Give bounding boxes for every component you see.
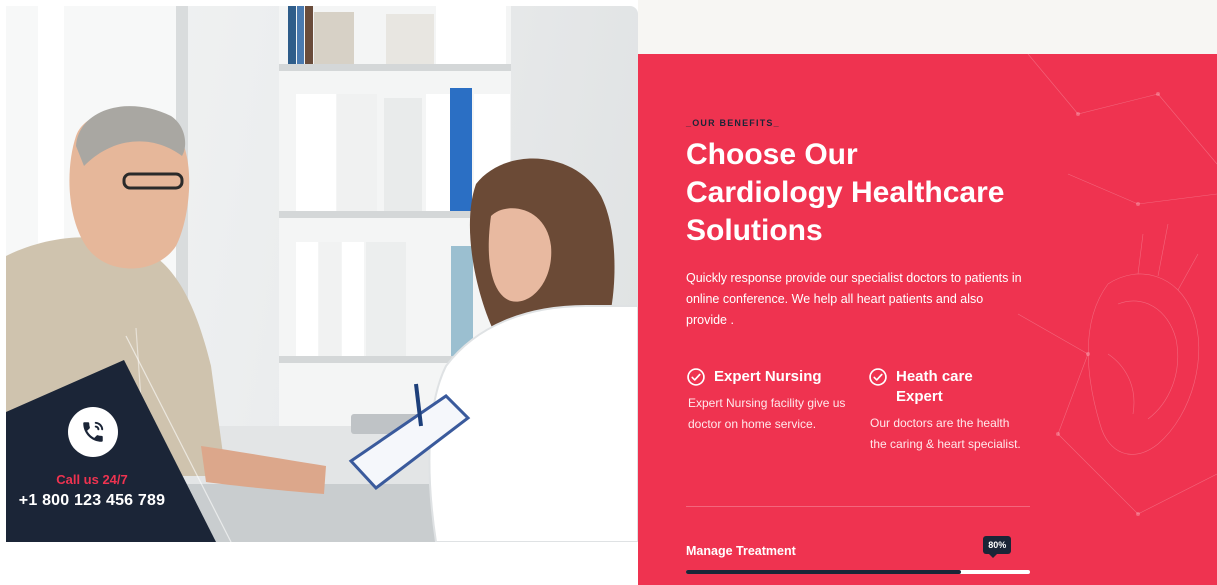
progress-fill: [686, 570, 962, 574]
section-headline: Choose Our Cardiology Healthcare Solutio…: [686, 136, 1066, 250]
check-circle-icon: [869, 368, 887, 386]
feature-health-care-expert: Heath care Expert Our doctors are the he…: [868, 367, 1028, 455]
check-circle-icon: [687, 368, 705, 386]
benefits-panel: _OUR BENEFITS_ Choose Our Cardiology Hea…: [638, 54, 1217, 585]
phone-handset-icon: [83, 421, 104, 442]
headline-line-3: Solutions: [686, 214, 823, 247]
headline-line-2: Cardiology Healthcare: [686, 176, 1005, 209]
phone-number[interactable]: +1 800 123 456 789: [6, 492, 178, 510]
section-description: Quickly response provide our specialist …: [686, 271, 1022, 327]
feature-description: Expert Nursing facility give us doctor o…: [688, 396, 846, 431]
progress-value-badge: 80%: [983, 536, 1012, 558]
progress-track: [686, 570, 1030, 574]
section-divider: [686, 506, 1030, 507]
top-strip: [638, 0, 1217, 54]
feature-title: Expert Nursing: [714, 368, 822, 385]
feature-description: Our doctors are the health the caring & …: [870, 416, 1021, 451]
call-label: Call us 24/7: [56, 472, 128, 487]
call-box-background: [6, 360, 216, 542]
section-eyebrow: _OUR BENEFITS_: [686, 118, 780, 128]
headline-line-1: Choose Our: [686, 138, 858, 171]
phone-icon[interactable]: [68, 407, 118, 457]
progress-label: Manage Treatment: [686, 544, 796, 558]
call-us-box: Call us 24/7 +1 800 123 456 789: [6, 360, 216, 542]
feature-expert-nursing: Expert Nursing Expert Nursing facility g…: [686, 367, 856, 435]
feature-title: Heath care Expert: [896, 368, 973, 405]
